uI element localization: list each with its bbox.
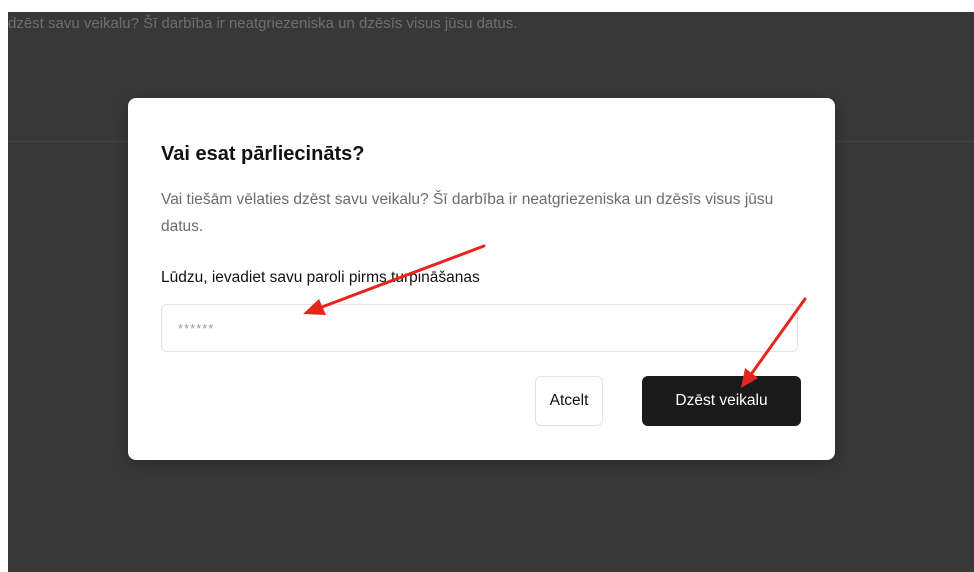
cancel-button[interactable]: Atcelt xyxy=(535,376,603,426)
password-input[interactable] xyxy=(161,304,798,352)
dialog-description: Vai tiešām vēlaties dzēst savu veikalu? … xyxy=(161,191,774,235)
password-label: Lūdzu, ievadiet savu paroli pirms turpin… xyxy=(161,269,480,286)
confirm-delete-dialog: Vai esat pārliecināts? Vai tiešām vēlati… xyxy=(128,98,835,460)
left-edge xyxy=(0,0,8,572)
dialog-title: Vai esat pārliecināts? xyxy=(161,143,365,165)
background-description-text: dzēst savu veikalu? Šī darbība ir neatgr… xyxy=(8,15,518,32)
top-edge xyxy=(0,0,974,12)
delete-store-button[interactable]: Dzēst veikalu xyxy=(642,376,801,426)
